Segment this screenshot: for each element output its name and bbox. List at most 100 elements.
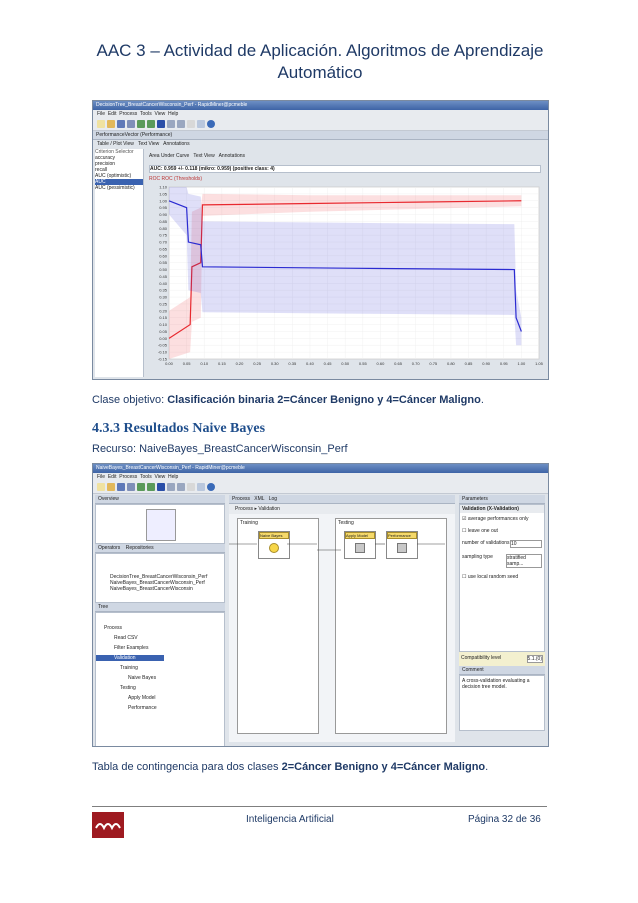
sub-view-options: Area Under Curve Text View Annotations [149, 153, 245, 159]
sub-view-auc[interactable]: Area Under Curve [149, 153, 189, 159]
tab-operators[interactable]: Operators [98, 545, 120, 551]
rapidminer-performance-window: DecisionTree_BreastCancerWisconsin_Perf … [92, 100, 549, 380]
y-tick-label: 0.45 [159, 274, 168, 279]
view-table-plot[interactable]: Table / Plot View [97, 141, 134, 147]
tree-item-read-csv[interactable]: Read CSV [96, 635, 224, 641]
menu-file-2[interactable]: File [97, 474, 105, 480]
sub-view-text[interactable]: Text View [193, 153, 214, 159]
save-as-icon[interactable] [127, 120, 135, 128]
criterion-auc-pessimistic[interactable]: AUC (pessimistic) [95, 185, 143, 191]
x-tick-label: 0.70 [412, 361, 421, 366]
x-tick-label: 0.55 [359, 361, 368, 366]
y-tick-label: 0.65 [159, 246, 168, 251]
save-icon[interactable] [117, 483, 125, 491]
y-tick-label: 0.60 [159, 253, 168, 258]
y-tick-label: 0.00 [159, 336, 168, 341]
menu-process[interactable]: Process [119, 111, 137, 117]
x-tick-label: 1.00 [517, 361, 526, 366]
process-tabs: Process XML Log [229, 495, 455, 504]
y-tick-label: 0.05 [159, 329, 168, 334]
breadcrumb-process[interactable]: Process [235, 506, 253, 512]
tree-item-training[interactable]: Training [96, 665, 224, 671]
y-tick-label: 0.50 [159, 267, 168, 272]
roc-chart: 1.101.051.000.950.900.850.800.750.700.65… [158, 185, 544, 367]
rapidminer-process-window: NaiveBayes_BreastCancerWisconsin_Perf - … [92, 463, 549, 747]
play-icon[interactable] [157, 120, 165, 128]
x-tick-label: 0.65 [394, 361, 403, 366]
play-icon[interactable] [157, 483, 165, 491]
results-icon[interactable] [197, 483, 205, 491]
menu-view[interactable]: View [154, 111, 165, 117]
menu-edit[interactable]: Edit [108, 111, 117, 117]
menu-process-2[interactable]: Process [119, 474, 137, 480]
open-icon[interactable] [107, 120, 115, 128]
help-icon[interactable] [207, 120, 215, 128]
x-tick-label: 0.90 [482, 361, 491, 366]
sub-view-annotations[interactable]: Annotations [219, 153, 245, 159]
stop-icon[interactable] [177, 483, 185, 491]
tab-process[interactable]: Process [232, 496, 250, 502]
x-tick-label: 0.25 [253, 361, 262, 366]
breadcrumb-validation[interactable]: Validation [258, 506, 280, 512]
y-tick-label: 0.75 [159, 233, 168, 238]
tab-repositories[interactable]: Repositories [126, 545, 154, 551]
list-item[interactable]: NaiveBayes_BreastCancerWisconsin [96, 586, 224, 592]
comment-text[interactable]: A cross-validation evaluating a decision… [459, 675, 545, 731]
new-icon[interactable] [97, 120, 105, 128]
undo-icon[interactable] [137, 483, 145, 491]
menu-view-2[interactable]: View [154, 474, 165, 480]
tree-item-validation[interactable]: Validation [96, 655, 164, 661]
caption-target-suffix: . [480, 394, 484, 406]
checklist-icon[interactable] [187, 483, 195, 491]
caption-target-class: Clase objetivo: Clasificación binaria 2=… [92, 394, 484, 406]
tab-xml[interactable]: XML [254, 496, 264, 502]
save-as-icon[interactable] [127, 483, 135, 491]
param-leave-one-out[interactable]: ☐ leave one out [460, 525, 544, 537]
stop-icon[interactable] [177, 120, 185, 128]
operators-panel: DecisionTree_BreastCancerWisconsin_Perf … [95, 553, 225, 603]
x-tick-label: 0.50 [341, 361, 350, 366]
process-canvas: Training Naive Bayes Testing Apply Model… [229, 514, 455, 742]
save-icon[interactable] [117, 120, 125, 128]
menu-edit-2[interactable]: Edit [108, 474, 117, 480]
footer-subject: Inteligencia Artificial [246, 814, 334, 825]
tree-header: Tree [95, 603, 225, 612]
results-icon[interactable] [197, 120, 205, 128]
menu-tools[interactable]: Tools [140, 111, 152, 117]
redo-icon[interactable] [147, 120, 155, 128]
tree-item-apply-model[interactable]: Apply Model [96, 695, 224, 701]
param-random-seed[interactable]: ☐ use local random seed [460, 571, 544, 583]
compat-select[interactable]: 5.1.(0) [526, 655, 543, 663]
caption-target-prefix: Clase objetivo: [92, 394, 168, 406]
param-folds-input[interactable]: 10 [510, 540, 542, 548]
toolbar [93, 118, 548, 131]
tree-item-testing[interactable]: Testing [96, 685, 224, 691]
view-text[interactable]: Text View [138, 141, 159, 147]
x-tick-label: 0.45 [324, 361, 333, 366]
tab-log[interactable]: Log [269, 496, 277, 502]
tree-item-process[interactable]: Process [96, 625, 224, 631]
redo-icon[interactable] [147, 483, 155, 491]
tree-item-filter[interactable]: Filter Examples [96, 645, 224, 651]
new-icon[interactable] [97, 483, 105, 491]
x-tick-label: 0.30 [271, 361, 280, 366]
x-tick-label: 0.10 [200, 361, 209, 366]
open-icon[interactable] [107, 483, 115, 491]
help-icon[interactable] [207, 483, 215, 491]
param-folds-label: number of validations [462, 540, 510, 546]
y-tick-label: 0.40 [159, 281, 168, 286]
pause-icon[interactable] [167, 483, 175, 491]
pause-icon[interactable] [167, 120, 175, 128]
caption-contingency-prefix: Tabla de contingencia para dos clases [92, 761, 282, 773]
tree-item-naive-bayes[interactable]: Naive Bayes [96, 675, 224, 681]
menu-file[interactable]: File [97, 111, 105, 117]
menu-help[interactable]: Help [168, 111, 178, 117]
tree-item-performance[interactable]: Performance [96, 705, 224, 711]
menu-tools-2[interactable]: Tools [140, 474, 152, 480]
menu-help-2[interactable]: Help [168, 474, 178, 480]
undo-icon[interactable] [137, 120, 145, 128]
param-sampling-select[interactable]: stratified samp... [506, 554, 542, 568]
checklist-icon[interactable] [187, 120, 195, 128]
param-average-performances[interactable]: ☑ average performances only [460, 513, 544, 525]
view-annotations[interactable]: Annotations [163, 141, 189, 147]
